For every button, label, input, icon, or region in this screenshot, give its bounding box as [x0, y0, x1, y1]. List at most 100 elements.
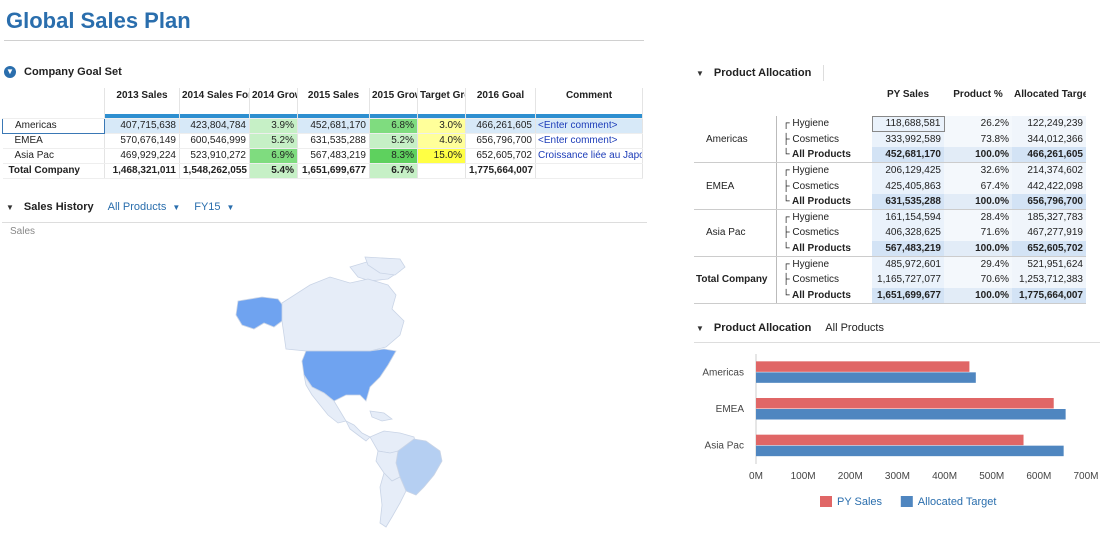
cell-2016-goal[interactable]: 656,796,700	[465, 133, 536, 149]
cell-product-pct[interactable]: 100.0%	[944, 147, 1012, 164]
cell-allocated-target[interactable]: 1,253,712,383	[1012, 271, 1086, 288]
cell-py-sales: 333,992,589	[872, 131, 944, 148]
row-label[interactable]: EMEA	[2, 133, 105, 149]
cell-allocated-target[interactable]: 1,775,664,007	[1012, 287, 1086, 304]
collapse-toggle-icon[interactable]: ▼	[696, 69, 704, 78]
bar-allocated-target[interactable]	[756, 409, 1066, 420]
cell-product-pct[interactable]: 73.8%	[944, 131, 1012, 148]
cell-2014-forecast[interactable]: 600,546,999	[179, 133, 250, 149]
map-region-central-america[interactable]	[345, 420, 371, 442]
cell-target-growth[interactable]: 3.0%	[417, 118, 466, 134]
row-label[interactable]: Asia Pac	[2, 148, 105, 164]
table-row: Americas ┌ Hygiene 118,688,581 26.2% 122,249…	[694, 115, 1086, 164]
cell-product-pct[interactable]: 28.4%	[944, 209, 1012, 226]
header-2015-sales: 2015 Sales	[297, 88, 370, 114]
cell-product-pct[interactable]: 32.6%	[944, 162, 1012, 179]
product-label: ├ Cosmetics	[775, 271, 872, 288]
cell-target-growth[interactable]: 4.0%	[417, 133, 466, 149]
cell-product-pct[interactable]: 70.6%	[944, 271, 1012, 288]
cell-2015-sales[interactable]: 631,535,288	[297, 133, 370, 149]
table-row: EMEA ┌ Hygiene 206,129,425 32.6% 214,374,602	[694, 162, 1086, 211]
cell-allocated-target[interactable]: 344,012,366	[1012, 131, 1086, 148]
cell-py-sales: 485,972,601	[872, 256, 944, 272]
bar-allocated-target[interactable]	[756, 372, 976, 383]
region-label: Americas	[694, 116, 776, 164]
bar-py-sales[interactable]	[756, 361, 970, 372]
cell-allocated-target[interactable]: 122,249,239	[1012, 116, 1086, 132]
cell-2013-sales[interactable]: 407,715,638	[104, 118, 180, 134]
map-region-canada[interactable]	[281, 276, 405, 352]
cell-2013-sales[interactable]: 570,676,149	[104, 133, 180, 149]
cell-py-sales: 425,405,863	[872, 178, 944, 194]
cell-2015-growth[interactable]: 8.3%	[369, 148, 418, 164]
legend-label[interactable]: Allocated Target	[918, 496, 997, 508]
cell-target-growth	[417, 163, 466, 179]
category-label: Asia Pac	[705, 441, 744, 452]
collapse-toggle-icon[interactable]: ▼	[696, 324, 704, 333]
alloc-header-py-sales: PY Sales	[886, 89, 930, 100]
bar-py-sales[interactable]	[756, 398, 1054, 409]
history-section-header: ▼ Sales History All Products ▼ FY15 ▼	[6, 201, 234, 213]
map-region-alaska[interactable]	[235, 296, 285, 330]
page-title: Global Sales Plan	[6, 8, 191, 33]
alloc-header-product	[776, 86, 872, 116]
cell-product-pct[interactable]: 100.0%	[944, 240, 1012, 257]
cell-2014-growth[interactable]: 6.9%	[249, 148, 298, 164]
cell-2015-sales: 1,651,699,677	[297, 163, 370, 179]
cell-2016-goal: 1,775,664,007	[465, 163, 536, 179]
chart-filter-label: All Products	[825, 322, 884, 334]
cell-py-sales: 1,165,727,077	[872, 271, 944, 288]
cell-2015-sales[interactable]: 567,483,219	[297, 148, 370, 164]
map-region-southern-cone[interactable]	[379, 472, 407, 528]
legend-swatch	[900, 496, 913, 507]
map-region-caribbean[interactable]	[369, 410, 393, 422]
cell-2016-goal[interactable]: 652,605,702	[465, 148, 536, 164]
cell-2013-sales[interactable]: 469,929,224	[104, 148, 180, 164]
cell-allocated-target[interactable]: 214,374,602	[1012, 162, 1086, 179]
cell-product-pct[interactable]: 29.4%	[944, 256, 1012, 272]
cell-comment[interactable]: <Enter comment>	[535, 118, 643, 134]
cell-allocated-target[interactable]: 467,277,919	[1012, 225, 1086, 241]
bar-py-sales[interactable]	[756, 434, 1024, 446]
cell-product-pct[interactable]: 71.6%	[944, 225, 1012, 241]
product-label: ┌ Hygiene	[775, 162, 872, 179]
goal-section-header: ▼ Company Goal Set	[4, 66, 122, 78]
collapse-toggle-icon[interactable]: ▼	[4, 66, 16, 78]
cell-2014-forecast[interactable]: 523,910,272	[179, 148, 250, 164]
cell-2014-growth: 5.4%	[249, 163, 298, 179]
cell-2015-growth[interactable]: 5.2%	[369, 133, 418, 149]
cell-allocated-target[interactable]: 466,261,605	[1012, 147, 1086, 164]
cell-allocated-target[interactable]: 442,422,098	[1012, 178, 1086, 194]
chart-section-header: ▼ Product Allocation All Products	[696, 322, 884, 334]
cell-comment[interactable]: Croissance liée au Japon	[535, 148, 643, 164]
cell-comment[interactable]: <Enter comment>	[535, 133, 643, 149]
legend-label[interactable]: PY Sales	[837, 496, 883, 508]
x-tick-label: 100M	[791, 471, 816, 482]
cell-product-pct[interactable]: 100.0%	[944, 287, 1012, 304]
period-dropdown[interactable]: FY15 ▼	[194, 201, 234, 213]
cell-target-growth[interactable]: 15.0%	[417, 148, 466, 164]
cell-2015-growth[interactable]: 6.8%	[369, 118, 418, 134]
cell-product-pct[interactable]: 67.4%	[944, 178, 1012, 194]
cell-2014-growth[interactable]: 5.2%	[249, 133, 298, 149]
cell-2016-goal[interactable]: 466,261,605	[465, 118, 536, 134]
cell-allocated-target[interactable]: 656,796,700	[1012, 193, 1086, 211]
cell-2014-growth[interactable]: 3.9%	[249, 118, 298, 134]
cell-allocated-target[interactable]: 521,951,624	[1012, 256, 1086, 272]
cell-product-pct[interactable]: 100.0%	[944, 193, 1012, 211]
cell-2015-sales[interactable]: 452,681,170	[297, 118, 370, 134]
cell-allocated-target[interactable]: 185,327,783	[1012, 209, 1086, 226]
cell-product-pct[interactable]: 26.2%	[944, 116, 1012, 132]
header-target-growth: Target Growth	[417, 88, 466, 114]
header-divider	[823, 65, 825, 81]
bar-allocated-target[interactable]	[756, 445, 1064, 457]
collapse-toggle-icon[interactable]: ▼	[6, 203, 14, 212]
products-dropdown[interactable]: All Products ▼	[108, 201, 181, 213]
table-row: Asia Pac ┌ Hygiene 161,154,594 28.4% 185,327…	[694, 209, 1086, 257]
cell-allocated-target[interactable]: 652,605,702	[1012, 240, 1086, 257]
legend-swatch	[820, 496, 832, 507]
table-row: EMEA 570,676,149 600,546,999 5.2% 631,53…	[2, 133, 643, 149]
row-label[interactable]: Americas	[2, 117, 105, 134]
region-label: EMEA	[694, 162, 776, 211]
cell-2014-forecast[interactable]: 423,804,784	[179, 118, 250, 134]
